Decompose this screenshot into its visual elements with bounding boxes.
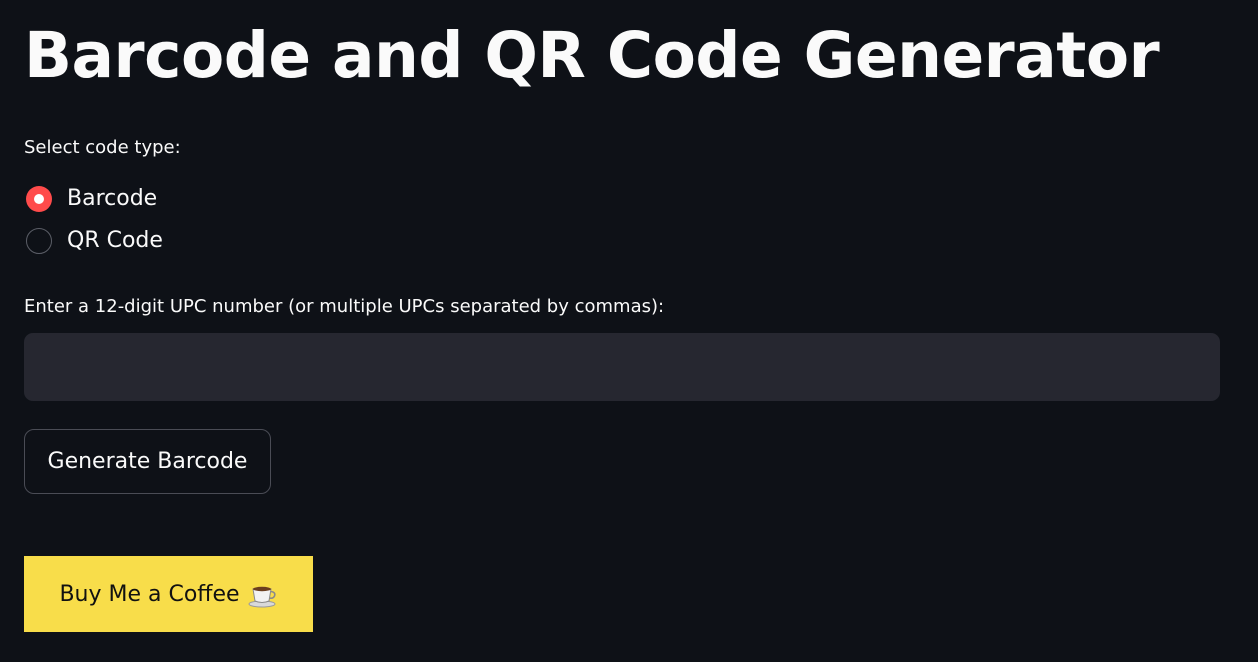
coffee-icon <box>248 586 276 608</box>
radio-option-label: Barcode <box>67 186 158 211</box>
upc-input-label: Enter a 12-digit UPC number (or multiple… <box>24 296 665 317</box>
coffee-button-label: Buy Me a Coffee <box>59 581 240 607</box>
buy-me-a-coffee-button[interactable]: Buy Me a Coffee <box>24 556 313 632</box>
code-type-label: Select code type: <box>24 137 181 158</box>
page-title: Barcode and QR Code Generator <box>24 19 1160 92</box>
code-type-radio-group: Barcode QR Code <box>26 178 163 262</box>
generate-barcode-button[interactable]: Generate Barcode <box>24 429 271 494</box>
app-page: Barcode and QR Code Generator Select cod… <box>0 0 1258 662</box>
radio-option-barcode[interactable]: Barcode <box>26 178 163 220</box>
upc-input[interactable] <box>24 333 1220 401</box>
radio-checked-icon[interactable] <box>26 186 52 212</box>
radio-option-label: QR Code <box>67 228 163 253</box>
radio-unchecked-icon[interactable] <box>26 228 52 254</box>
radio-option-qr-code[interactable]: QR Code <box>26 220 163 262</box>
